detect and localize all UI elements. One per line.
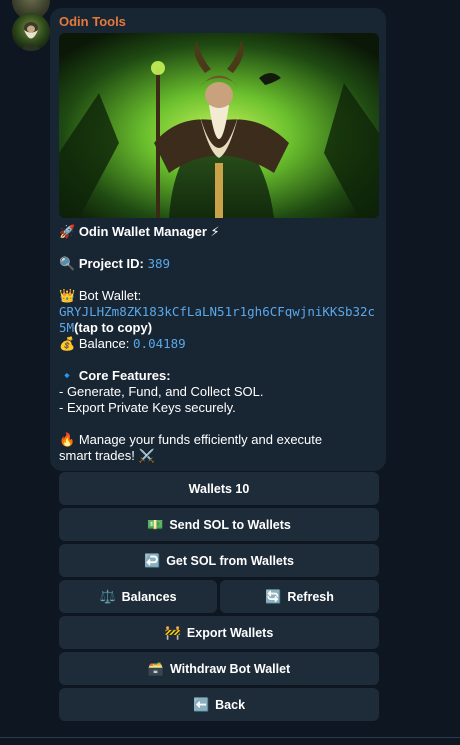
get-sol-button[interactable]: ↩️ Get SOL from Wallets xyxy=(59,544,379,577)
back-label: Back xyxy=(215,697,246,712)
lightning-icon: ⚡ xyxy=(210,224,220,239)
refresh-label: Refresh xyxy=(287,589,334,604)
get-sol-label: Get SOL from Wallets xyxy=(166,553,294,568)
bot-avatar[interactable] xyxy=(12,13,50,51)
balance-value[interactable]: 0.04189 xyxy=(133,336,186,351)
project-label: Project ID: xyxy=(78,256,144,271)
withdraw-bot-wallet-label: Withdraw Bot Wallet xyxy=(169,661,291,676)
withdraw-bot-wallet-button[interactable]: 🗃️ Withdraw Bot Wallet xyxy=(59,652,379,685)
project-line: 🔍 Project ID: 389 xyxy=(59,256,379,272)
magnifier-icon: 🔍 xyxy=(59,256,76,271)
rocket-icon: 🚀 xyxy=(59,224,76,239)
odin-hero-image[interactable] xyxy=(59,33,379,218)
send-sol-button[interactable]: 💵 Send SOL to Wallets xyxy=(59,508,379,541)
card-box-icon: 🗃️ xyxy=(147,660,164,676)
message-title: Odin Wallet Manager xyxy=(78,224,207,239)
features-title-line: 🔹 Core Features: xyxy=(59,368,379,384)
crossed-swords-icon: ⚔️ xyxy=(138,448,155,463)
refresh-button[interactable]: 🔄 Refresh xyxy=(220,580,379,613)
send-sol-label: Send SOL to Wallets xyxy=(169,517,291,532)
balance-line: 💰 Balance: 0.04189 xyxy=(59,336,379,352)
return-arrow-icon: ↩️ xyxy=(144,552,161,568)
balances-button[interactable]: ⚖️ Balances xyxy=(59,580,217,613)
balance-label: Balance: xyxy=(78,336,130,351)
export-wallets-button[interactable]: 🚧 Export Wallets xyxy=(59,616,379,649)
manage-text-2: smart trades! xyxy=(59,448,135,463)
feature-item: - Generate, Fund, and Collect SOL. xyxy=(59,384,264,399)
back-arrow-icon: ⬅️ xyxy=(192,696,210,712)
project-id[interactable]: 389 xyxy=(147,256,170,271)
scales-icon: ⚖️ xyxy=(99,588,116,604)
wallets-button[interactable]: Wallets 10 xyxy=(59,472,379,505)
feature-item: - Export Private Keys securely. xyxy=(59,400,236,415)
wallet-label-line: 👑 Bot Wallet: xyxy=(59,288,379,304)
wallets-label: Wallets 10 xyxy=(188,481,250,496)
balances-label: Balances xyxy=(121,589,177,604)
sender-name[interactable]: Odin Tools xyxy=(59,14,126,29)
refresh-icon: 🔄 xyxy=(265,588,282,604)
manage-text-1: Manage your funds efficiently and execut… xyxy=(78,432,323,447)
message-text: 🚀 Odin Wallet Manager ⚡ 🔍 Project ID: 38… xyxy=(59,224,379,464)
divider xyxy=(0,737,460,738)
manage-line-2: smart trades! ⚔️ xyxy=(59,448,379,464)
back-button[interactable]: ⬅️ Back xyxy=(59,688,379,721)
blue-diamond-icon: 🔹 xyxy=(59,368,76,383)
wallet-address-block[interactable]: GRYJLHZm8ZK183kCfLaLN51r1gh6CFqwjniKKSb3… xyxy=(59,304,379,336)
fire-icon: 🔥 xyxy=(59,432,76,447)
wallet-label: Bot Wallet: xyxy=(78,288,142,303)
manage-line-1: 🔥 Manage your funds efficiently and exec… xyxy=(59,432,379,448)
odin-illustration xyxy=(59,33,379,218)
tap-to-copy: (tap to copy) xyxy=(74,320,153,335)
odin-avatar-icon xyxy=(12,13,50,51)
export-wallets-label: Export Wallets xyxy=(186,625,274,640)
features-label: Core Features: xyxy=(78,368,171,383)
title-line: 🚀 Odin Wallet Manager ⚡ xyxy=(59,224,379,240)
construction-barrier-icon: 🚧 xyxy=(164,624,181,640)
money-bag-icon: 💰 xyxy=(59,336,76,351)
crown-icon: 👑 xyxy=(59,288,76,303)
cash-icon: 💵 xyxy=(147,516,164,532)
